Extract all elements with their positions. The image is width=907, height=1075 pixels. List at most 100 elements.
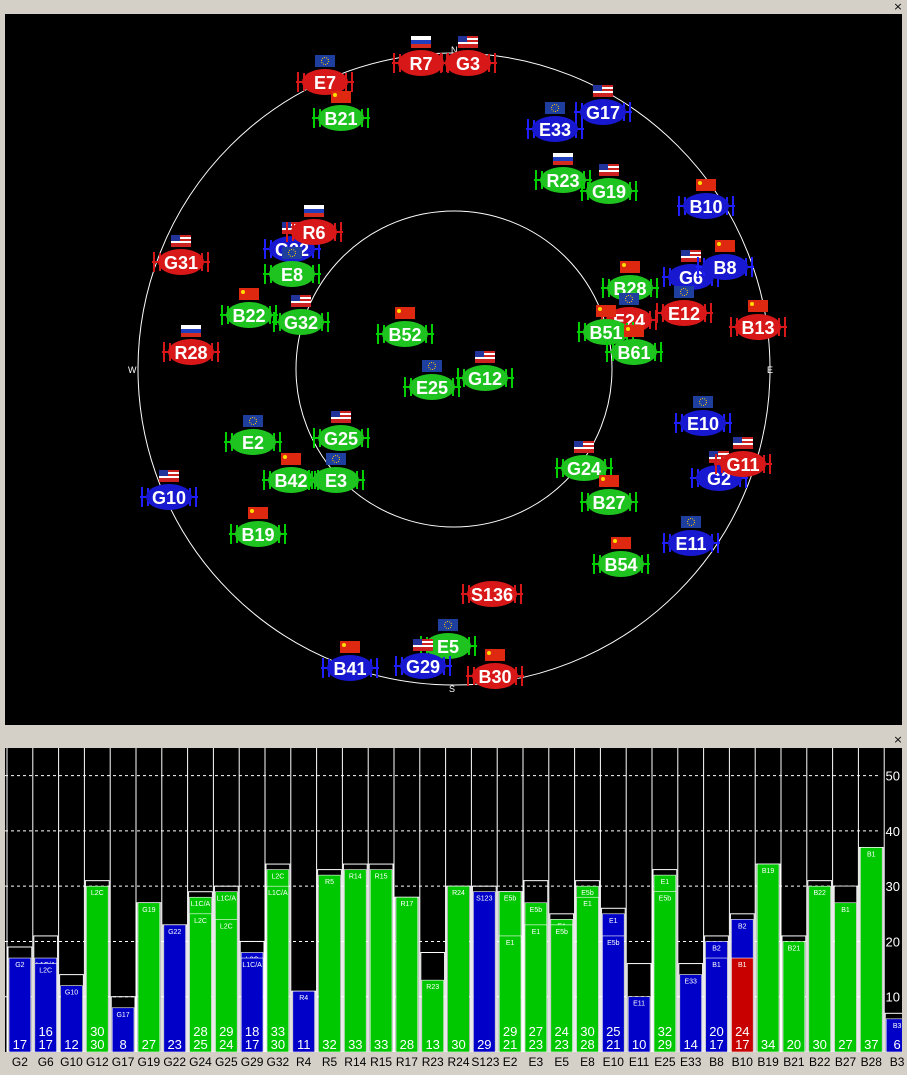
snr-bar-e5[interactable]: E1E5b2423 bbox=[548, 748, 575, 1053]
satellite-b21[interactable]: B21 bbox=[312, 91, 370, 131]
x-label-r5: R5 bbox=[321, 1055, 338, 1069]
snr-bar-g17[interactable]: G17 8 bbox=[109, 748, 136, 1053]
snr-bar-e2[interactable]: E5bE12921 bbox=[496, 748, 523, 1053]
snr-bar-b8[interactable]: B2B12017 bbox=[703, 748, 729, 1053]
satellite-g11[interactable]: G11 bbox=[714, 437, 772, 477]
flag-us-icon bbox=[593, 85, 613, 97]
satellite-b54[interactable]: B54 bbox=[592, 537, 650, 577]
satellite-b41[interactable]: B41 bbox=[321, 641, 379, 681]
snr-bar-g25[interactable]: L1C/AL2C2924 bbox=[212, 748, 239, 1053]
snr-bar-g2[interactable]: G2 17 bbox=[6, 748, 33, 1053]
satellite-g3[interactable]: G3 bbox=[439, 36, 497, 76]
x-label-r14: R14 bbox=[344, 1055, 367, 1069]
satellite-g25[interactable]: G25 bbox=[312, 411, 370, 451]
band-label: G10 bbox=[65, 990, 78, 997]
snr-bar-g24[interactable]: L1C/AL2C2825 bbox=[187, 748, 213, 1053]
snr-bar-r15[interactable]: R15 33 bbox=[367, 748, 394, 1053]
satellite-label: B61 bbox=[617, 343, 650, 363]
snr-bar-e3[interactable]: E5bE12723 bbox=[522, 748, 549, 1053]
snr-bar-e25[interactable]: E1E5b3229 bbox=[651, 748, 678, 1053]
satellite-r28[interactable]: R28 bbox=[162, 325, 220, 365]
satellite-g12[interactable]: G12 bbox=[456, 351, 514, 391]
x-label-g19: G19 bbox=[137, 1055, 161, 1069]
satellite-s136[interactable]: S136 bbox=[461, 581, 523, 607]
satellite-label: B8 bbox=[713, 258, 736, 278]
satellite-b19[interactable]: B19 bbox=[229, 507, 287, 547]
band-label: B1 bbox=[738, 962, 747, 969]
snr-bar-e10[interactable]: E1E5b2521 bbox=[599, 748, 626, 1053]
snr-bar-g22[interactable]: G22 23 bbox=[161, 748, 188, 1053]
snr-bar-r17[interactable]: R17 28 bbox=[393, 748, 420, 1053]
satellite-b22[interactable]: B22 bbox=[220, 288, 278, 328]
band-label: E1 bbox=[661, 879, 670, 886]
band-label: B22 bbox=[813, 890, 826, 897]
snr-bar-r5[interactable]: R5 32 bbox=[316, 748, 342, 1053]
snr-value: 21 bbox=[503, 1037, 517, 1052]
snr-bar-b22[interactable]: B22 30 bbox=[806, 748, 833, 1053]
band-label: B19 bbox=[762, 868, 775, 875]
snr-bar-e8[interactable]: E5bE13028 bbox=[574, 748, 600, 1053]
snr-bar-s123[interactable]: S123 29 bbox=[470, 748, 497, 1053]
snr-bar-e33[interactable]: E33 14 bbox=[677, 748, 704, 1053]
band-label: R4 bbox=[299, 995, 308, 1002]
band-label: L1C/A bbox=[268, 890, 288, 897]
snr-bar-g32[interactable]: L2CL1C/A3330 bbox=[264, 748, 291, 1053]
satellite-b52[interactable]: B52 bbox=[376, 307, 434, 347]
satellite-b42[interactable]: B42 bbox=[262, 453, 320, 493]
snr-bar-g29[interactable]: L2CL1C/A1817 bbox=[238, 748, 265, 1053]
snr-bar-e11[interactable]: E11 10 bbox=[625, 748, 652, 1053]
flag-us-icon bbox=[574, 441, 594, 453]
snr-value: 25 bbox=[193, 1037, 207, 1052]
snr-band bbox=[395, 896, 419, 1053]
snr-value: 33 bbox=[374, 1037, 388, 1052]
satellite-r23[interactable]: R23 bbox=[534, 153, 592, 193]
satellite-label: R23 bbox=[546, 171, 579, 191]
snr-bar-b10[interactable]: B2B12417 bbox=[728, 748, 755, 1053]
snr-bar-b27[interactable]: B1 27 bbox=[832, 748, 858, 1053]
satellite-e11[interactable]: E11 bbox=[662, 516, 720, 556]
snr-bar-r14[interactable]: R14 33 bbox=[341, 748, 368, 1053]
compass-south: S bbox=[449, 684, 455, 694]
snr-bar-r24[interactable]: R24 30 bbox=[445, 748, 471, 1053]
satellite-b27[interactable]: B27 bbox=[580, 475, 638, 515]
snr-titlebar: × bbox=[0, 733, 907, 747]
satellite-e3[interactable]: E3 bbox=[307, 453, 365, 493]
snr-band bbox=[808, 885, 831, 1053]
skyplot-titlebar: × bbox=[0, 0, 907, 14]
satellite-e12[interactable]: E12 bbox=[655, 286, 713, 326]
satellite-e2[interactable]: E2 bbox=[224, 415, 282, 455]
satellite-e7[interactable]: E7 bbox=[296, 55, 354, 95]
band-label: L2C bbox=[220, 923, 233, 930]
snr-bar-b21[interactable]: B21 20 bbox=[780, 748, 807, 1053]
satellite-e25[interactable]: E25 bbox=[403, 360, 461, 400]
snr-bar-r4[interactable]: R4 11 bbox=[290, 748, 317, 1053]
skyplot-close-button[interactable]: × bbox=[892, 1, 904, 12]
snr-bar-b28[interactable]: B1 37 bbox=[857, 748, 884, 1053]
x-label-g6: G6 bbox=[37, 1055, 54, 1069]
satellite-r6[interactable]: R6 bbox=[285, 205, 343, 245]
snr-bar-b3[interactable]: B3 6 bbox=[883, 748, 907, 1053]
flag-ru-icon bbox=[304, 205, 324, 217]
satellite-b13[interactable]: B13 bbox=[729, 300, 787, 340]
satellite-g31[interactable]: G31 bbox=[152, 235, 210, 275]
satellite-label: E10 bbox=[687, 414, 719, 434]
satellite-g32[interactable]: G32 bbox=[272, 295, 330, 335]
snr-bar-b19[interactable]: B19 34 bbox=[754, 748, 781, 1053]
snr-value: 17 bbox=[709, 1037, 723, 1052]
satellite-b10[interactable]: B10 bbox=[677, 179, 735, 219]
snr-value: 30 bbox=[271, 1037, 285, 1052]
band-label: E1 bbox=[532, 929, 541, 936]
snr-bar-r23[interactable]: R23 13 bbox=[419, 748, 446, 1053]
snr-bar-g10[interactable]: G10 12 bbox=[58, 748, 84, 1053]
snr-bar-g6[interactable]: L1C/AL2C1617 bbox=[32, 748, 59, 1053]
satellite-e10[interactable]: E10 bbox=[674, 396, 732, 436]
snr-close-button[interactable]: × bbox=[892, 734, 904, 745]
snr-value: 17 bbox=[735, 1037, 749, 1052]
snr-bar-g12[interactable]: L2C3030 bbox=[83, 748, 110, 1053]
snr-bar-g19[interactable]: G19 27 bbox=[135, 748, 162, 1053]
satellite-g19[interactable]: G19 bbox=[580, 164, 638, 204]
satellite-g17[interactable]: G17 bbox=[574, 85, 632, 125]
band-label: B1 bbox=[867, 851, 876, 858]
x-label-b27: B27 bbox=[834, 1055, 857, 1069]
satellite-g10[interactable]: G10 bbox=[140, 470, 198, 510]
